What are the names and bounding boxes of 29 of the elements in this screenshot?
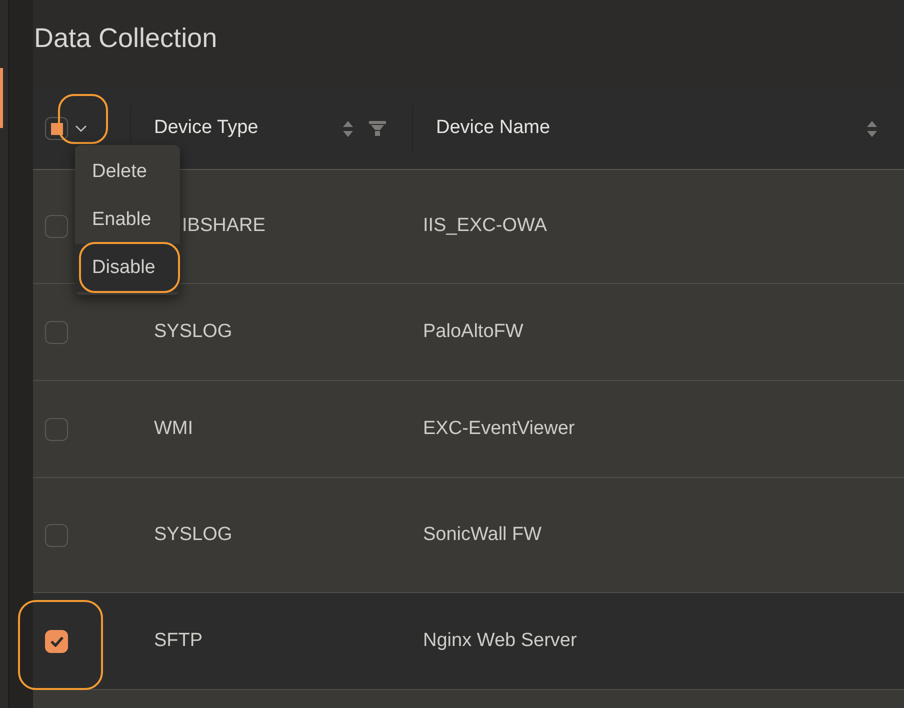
menu-item[interactable]: Enable [75, 196, 180, 244]
table-cell: SYSLOG [154, 320, 232, 342]
checkbox[interactable] [45, 117, 68, 140]
checkbox[interactable] [45, 630, 68, 652]
table-cell: WMI [154, 418, 194, 439]
table-row[interactable]: SFTP Nginx Web Server [33, 593, 904, 690]
active-indicator [0, 68, 3, 128]
page-title: Data Collection [34, 22, 218, 55]
chevron-down-icon[interactable] [74, 124, 88, 134]
column-header[interactable]: Device Name [436, 114, 866, 143]
table-cell: SYSLOG [154, 524, 232, 545]
table-cell: PaloAltoFW [423, 320, 524, 342]
sort-icon[interactable] [342, 120, 354, 138]
table-cell: EXC-EventViewer [423, 418, 575, 439]
checkbox[interactable] [45, 320, 68, 344]
check-icon [50, 636, 64, 646]
sort-icon[interactable] [866, 120, 878, 138]
table-cell: IBSHARE [182, 215, 266, 236]
table-cell: SonicWall FW [423, 524, 542, 545]
checkbox[interactable] [45, 418, 68, 440]
filter-icon[interactable] [369, 121, 386, 136]
checkbox[interactable] [45, 524, 68, 546]
menu-item[interactable]: Delete [75, 148, 180, 196]
table-cell: IIS_EXC-OWA [423, 215, 547, 236]
table-cell: SFTP [154, 630, 203, 651]
checkbox[interactable] [45, 215, 68, 238]
column-header[interactable]: Device Type [154, 114, 342, 143]
table-cell: Nginx Web Server [423, 630, 577, 651]
menu-item[interactable]: Disable [75, 244, 180, 292]
